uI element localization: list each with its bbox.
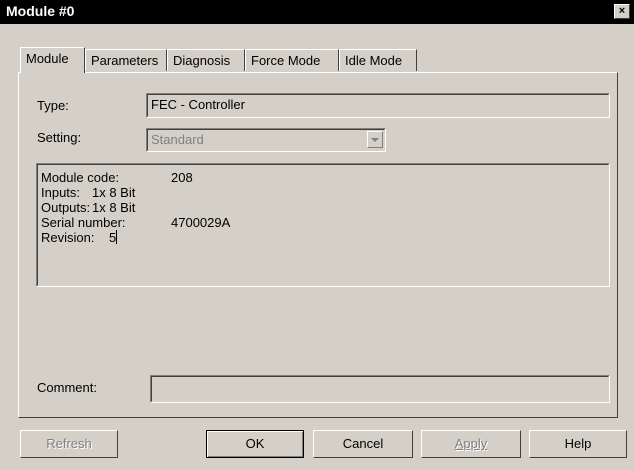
module-code-label: Module code:	[41, 170, 120, 185]
cancel-button[interactable]: Cancel	[313, 430, 413, 458]
window-title: Module #0	[6, 3, 75, 19]
setting-value: Standard	[151, 132, 204, 147]
tab-force-mode[interactable]: Force Mode	[245, 49, 339, 71]
comment-label: Comment:	[37, 380, 97, 395]
serial-number-label: Serial number:	[41, 215, 126, 230]
type-field: FEC - Controller	[146, 93, 610, 118]
revision-value: 5	[109, 230, 117, 245]
ok-button[interactable]: OK	[206, 430, 304, 458]
title-bar: Module #0 ×	[0, 0, 634, 24]
module-info-box[interactable]: Module code: 208 Inputs: 1x 8 Bit Output…	[36, 163, 610, 287]
text-cursor	[116, 230, 118, 244]
apply-button[interactable]: Apply	[421, 430, 521, 458]
type-value: FEC - Controller	[151, 97, 245, 112]
tab-diagnosis[interactable]: Diagnosis	[167, 49, 245, 71]
revision-row: 5	[109, 230, 118, 245]
chevron-down-icon	[367, 131, 383, 148]
help-button[interactable]: Help	[529, 430, 627, 458]
module-code-value: 208	[171, 170, 193, 185]
refresh-button[interactable]: Refresh	[20, 430, 118, 458]
apply-button-label: Apply	[454, 436, 488, 451]
serial-number-value: 4700029A	[171, 215, 231, 230]
comment-field	[150, 375, 610, 403]
setting-dropdown: Standard	[146, 128, 386, 152]
inputs-label: Inputs:	[41, 185, 81, 200]
inputs-value: 1x 8 Bit	[92, 185, 136, 200]
tab-idle-mode[interactable]: Idle Mode	[339, 49, 417, 71]
outputs-value: 1x 8 Bit	[92, 200, 136, 215]
setting-label: Setting:	[37, 130, 82, 145]
type-label: Type:	[37, 98, 69, 113]
close-button[interactable]: ×	[614, 4, 630, 19]
tab-module[interactable]: Module	[20, 47, 85, 73]
tab-parameters[interactable]: Parameters	[85, 49, 167, 71]
outputs-label: Outputs:	[41, 200, 91, 215]
revision-label: Revision:	[41, 230, 95, 245]
